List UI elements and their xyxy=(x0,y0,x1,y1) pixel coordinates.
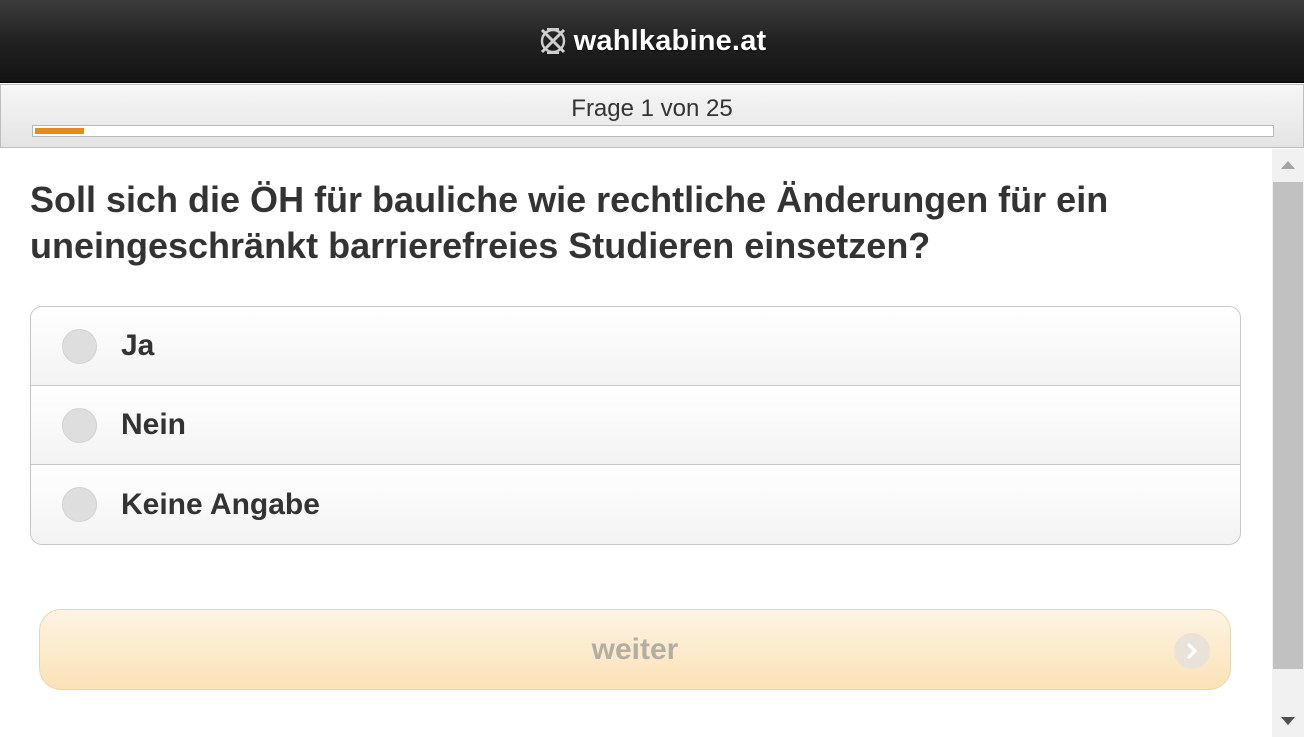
scroll-up-arrow-icon[interactable] xyxy=(1272,149,1304,181)
site-title: wahlkabine.at xyxy=(573,24,767,57)
question-text: Soll sich die ÖH für bauliche wie rechtl… xyxy=(30,179,1109,266)
answer-option-ja[interactable]: Ja xyxy=(31,307,1240,386)
progress-bar-fill xyxy=(35,128,84,134)
radio-button-icon[interactable] xyxy=(62,487,97,522)
brand[interactable]: wahlkabine.at xyxy=(538,25,767,58)
answer-list: Ja Nein Keine Angabe xyxy=(30,306,1241,545)
answer-label: Nein xyxy=(121,408,187,441)
ballot-cross-icon xyxy=(538,26,568,56)
progress-section: Frage 1 von 25 xyxy=(0,84,1304,148)
question-content: Soll sich die ÖH für bauliche wie rechtl… xyxy=(0,149,1272,737)
vertical-scrollbar[interactable] xyxy=(1272,149,1304,737)
question-counter: Frage 1 von 25 xyxy=(571,95,733,122)
radio-button-icon[interactable] xyxy=(62,328,97,364)
scroll-down-arrow-icon[interactable] xyxy=(1272,705,1304,737)
answer-label: Ja xyxy=(121,329,155,362)
answer-option-keine-angabe[interactable]: Keine Angabe xyxy=(31,465,1240,544)
scrollbar-thumb[interactable] xyxy=(1273,182,1303,669)
radio-button-icon[interactable] xyxy=(62,407,97,443)
progress-bar xyxy=(32,125,1274,137)
next-button-label: weiter xyxy=(591,632,679,666)
answer-option-nein[interactable]: Nein xyxy=(31,386,1240,465)
next-button[interactable]: weiter xyxy=(39,609,1231,690)
answer-label: Keine Angabe xyxy=(121,487,320,521)
chevron-right-icon xyxy=(1174,633,1210,669)
app-header: wahlkabine.at xyxy=(0,0,1304,83)
